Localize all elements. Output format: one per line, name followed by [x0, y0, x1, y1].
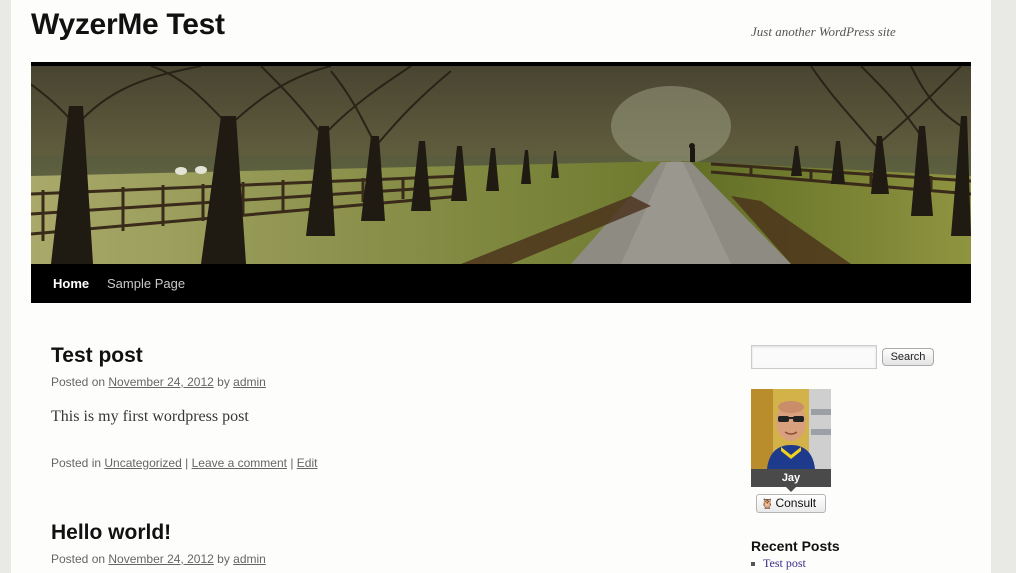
- separator: |: [290, 456, 294, 470]
- main-navigation: Home Sample Page: [31, 264, 971, 303]
- consult-label: Consult: [775, 496, 817, 510]
- site-description: Just another WordPress site: [751, 24, 896, 39]
- category-link[interactable]: Uncategorized: [104, 456, 181, 470]
- by-label: by: [217, 375, 230, 389]
- owl-icon: 🦉: [761, 499, 774, 510]
- posted-on-label: Posted on: [51, 375, 106, 389]
- recent-posts-list: Test post: [751, 556, 806, 571]
- post-content: This is my first wordpress post: [51, 408, 249, 425]
- avatar-pointer: [786, 487, 796, 492]
- nav-item-home[interactable]: Home: [53, 276, 89, 291]
- site-title[interactable]: WyzerMe Test: [31, 8, 225, 42]
- post-date-link[interactable]: November 24, 2012: [108, 552, 213, 566]
- nav-item-sample-page[interactable]: Sample Page: [107, 276, 185, 291]
- header-image: [31, 66, 971, 264]
- edit-link[interactable]: Edit: [297, 456, 318, 470]
- avatar-name: Jay: [751, 469, 831, 487]
- leave-comment-link[interactable]: Leave a comment: [192, 456, 287, 470]
- post-author-link[interactable]: admin: [233, 552, 266, 566]
- post-meta: Posted on November 24, 2012 by admin: [51, 552, 266, 566]
- list-item: Test post: [751, 556, 806, 571]
- avatar[interactable]: [751, 389, 831, 469]
- post-author-link[interactable]: admin: [233, 375, 266, 389]
- post-meta: Posted on November 24, 2012 by admin: [51, 375, 266, 389]
- posted-in-label: Posted in: [51, 456, 102, 470]
- post-footer: Posted in Uncategorized | Leave a commen…: [51, 456, 317, 470]
- consult-button[interactable]: 🦉 Consult: [756, 494, 826, 513]
- post-date-link[interactable]: November 24, 2012: [108, 375, 213, 389]
- page-container: WyzerMe Test Just another WordPress site: [11, 0, 991, 573]
- posted-on-label: Posted on: [51, 552, 106, 566]
- search-input[interactable]: [751, 345, 877, 369]
- recent-posts-title: Recent Posts: [751, 538, 840, 554]
- post-title[interactable]: Hello world!: [51, 521, 171, 545]
- recent-post-link[interactable]: Test post: [763, 556, 806, 570]
- post-title[interactable]: Test post: [51, 344, 143, 368]
- bullet-icon: [751, 562, 755, 567]
- by-label: by: [217, 552, 230, 566]
- separator: |: [185, 456, 189, 470]
- search-button[interactable]: Search: [882, 348, 934, 366]
